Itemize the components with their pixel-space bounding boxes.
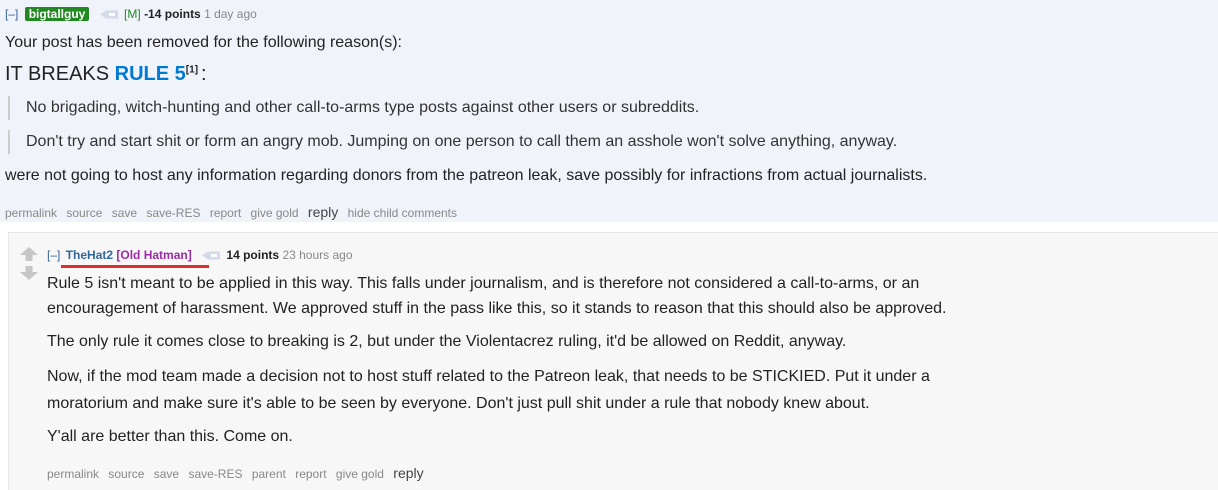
footnote-link[interactable]: [1]: [186, 64, 198, 75]
comment-paragraph-1: Rule 5 isn't meant to be applied in this…: [47, 271, 947, 321]
upvote-arrow-icon[interactable]: [20, 247, 38, 261]
score: -14 points: [144, 7, 201, 21]
paragraph-3-line-1: Now, if the mod team made a decision not…: [47, 368, 930, 385]
parent-tagline: [–] bigtallguy [M] -14 points 1 day ago: [5, 6, 257, 22]
parent-action-links: permalink source save save-RES report gi…: [5, 204, 463, 220]
collapse-toggle[interactable]: [–]: [47, 248, 60, 262]
hide-child-comments-link[interactable]: hide child comments: [348, 206, 457, 220]
save-link[interactable]: save: [112, 206, 137, 220]
score: 14 points: [226, 248, 280, 262]
rule-heading: IT BREAKS RULE 5[1]:: [5, 63, 207, 86]
user-flair: [Old Hatman]: [116, 248, 192, 262]
save-res-link[interactable]: save-RES: [146, 206, 200, 220]
mod-tag[interactable]: [M]: [124, 7, 141, 21]
save-link[interactable]: save: [154, 467, 179, 481]
child-tagline: [–] TheHat2 [Old Hatman] 14 points 23 ho…: [47, 247, 353, 263]
report-link[interactable]: report: [295, 467, 326, 481]
permalink-link[interactable]: permalink: [47, 467, 99, 481]
rule-heading-prefix: IT BREAKS: [5, 63, 115, 85]
save-res-link[interactable]: save-RES: [188, 467, 242, 481]
collapse-toggle[interactable]: [–]: [5, 7, 18, 21]
comment-paragraph-4: Y'all are better than this. Come on.: [47, 428, 293, 445]
paragraph-1-line-1: Rule 5 isn't meant to be applied in this…: [47, 275, 920, 292]
parent-link[interactable]: parent: [252, 467, 286, 481]
permalink-link[interactable]: permalink: [5, 206, 57, 220]
downvote-arrow-icon[interactable]: [20, 266, 38, 280]
source-link[interactable]: source: [66, 206, 102, 220]
comment-paragraph-2: The only rule it comes close to breaking…: [47, 333, 847, 350]
author-link[interactable]: bigtallguy: [24, 7, 90, 21]
child-comment: [–] TheHat2 [Old Hatman] 14 points 23 ho…: [8, 232, 1218, 490]
reply-link[interactable]: reply: [393, 465, 423, 481]
paragraph-1-line-2: encouragement of harassment. We approved…: [47, 300, 947, 317]
child-action-links: permalink source save save-RES parent re…: [47, 465, 430, 481]
author-link[interactable]: TheHat2: [66, 248, 113, 262]
author-underline: [61, 265, 209, 268]
paragraph-3-line-2: moratorium and make sure it's able to be…: [47, 395, 870, 412]
parent-comment: [–] bigtallguy [M] -14 points 1 day ago …: [0, 0, 1218, 222]
rule-quote-2: Don't try and start shit or form an angr…: [8, 130, 897, 154]
report-link[interactable]: report: [210, 206, 241, 220]
comment-paragraph-3: Now, if the mod team made a decision not…: [47, 363, 930, 417]
source-link[interactable]: source: [108, 467, 144, 481]
reply-link[interactable]: reply: [308, 204, 338, 220]
removal-intro: Your post has been removed for the follo…: [5, 34, 402, 51]
rule-link[interactable]: RULE 5: [115, 63, 186, 85]
rule-quote-1: No brigading, witch-hunting and other ca…: [8, 96, 699, 120]
timestamp[interactable]: 1 day ago: [204, 7, 257, 21]
mail-icon[interactable]: [99, 10, 118, 19]
closing-text: were not going to host any information r…: [5, 167, 928, 184]
give-gold-link[interactable]: give gold: [251, 206, 299, 220]
timestamp[interactable]: 23 hours ago: [282, 248, 352, 262]
rule-heading-suffix: :: [201, 63, 207, 85]
mail-icon[interactable]: [202, 251, 221, 260]
give-gold-link[interactable]: give gold: [336, 467, 384, 481]
